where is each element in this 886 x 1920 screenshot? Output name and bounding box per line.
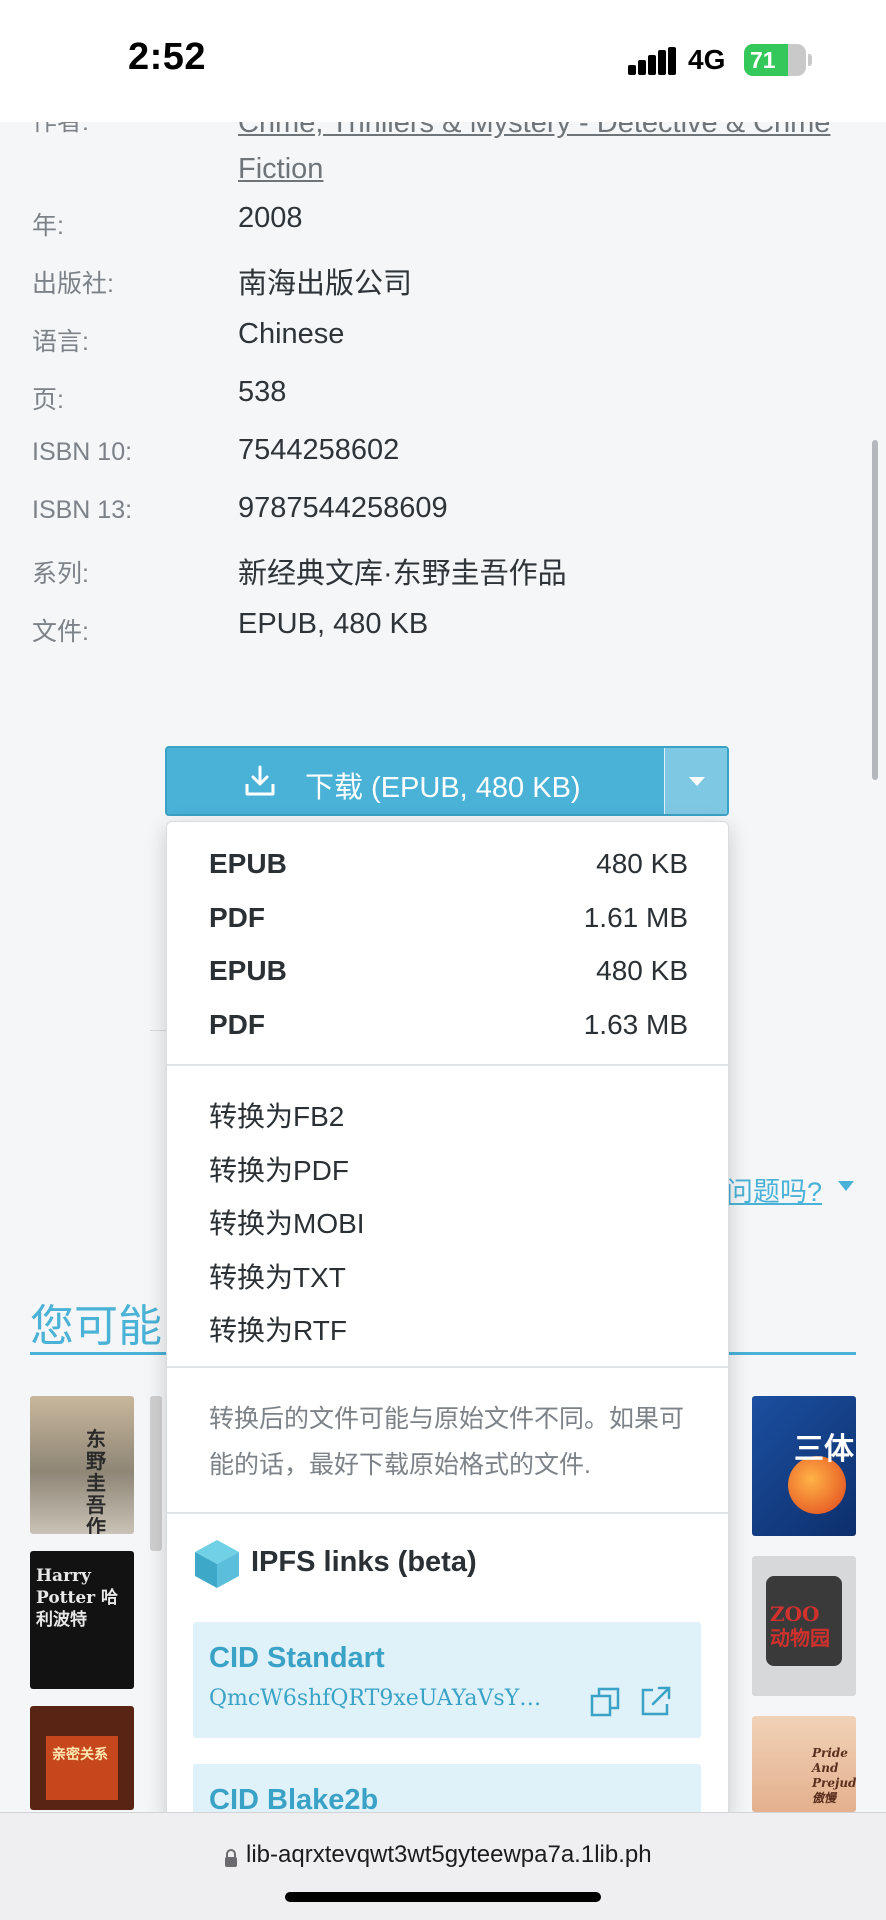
recommendations-title: 您可能 xyxy=(30,1302,162,1351)
book-cover[interactable]: Harry Potter 哈利波特 xyxy=(30,1551,134,1689)
download-label: 下载 (EPUB, 480 KB) xyxy=(305,772,581,804)
menu-divider xyxy=(167,1512,728,1514)
format-size: 480 KB xyxy=(596,955,688,986)
download-icon xyxy=(245,765,275,796)
detail-row-year: 年: 2008 xyxy=(0,198,886,244)
format-size: 480 KB xyxy=(596,848,688,879)
download-button[interactable]: 下载 (EPUB, 480 KB) xyxy=(167,748,664,814)
detail-label: 文件: xyxy=(32,618,89,646)
copy-icon[interactable] xyxy=(589,1686,621,1718)
book-cover[interactable]: 亲密关系 xyxy=(30,1706,134,1810)
convert-label: 转换为TXT xyxy=(209,1262,346,1293)
detail-value: 南海出版公司 xyxy=(238,268,413,300)
detail-value: 9787544258609 xyxy=(238,492,448,524)
detail-row-series: 系列: 新经典文库·东野圭吾作品 xyxy=(0,546,886,592)
detail-label: 语言: xyxy=(32,328,89,356)
book-cover-title: Harry Potter 哈利波特 xyxy=(36,1566,119,1630)
book-cover[interactable]: 三体 xyxy=(752,1396,856,1536)
chevron-down-icon xyxy=(689,777,705,786)
detail-row-isbn10: ISBN 10: 7544258602 xyxy=(0,430,886,476)
battery-percent: 71 xyxy=(750,47,776,73)
detail-value: EPUB, 480 KB xyxy=(238,608,429,640)
detail-value: 7544258602 xyxy=(238,434,400,466)
external-link-icon[interactable] xyxy=(639,1684,673,1718)
page-scrollbar[interactable] xyxy=(872,440,878,780)
book-cover-title: 三体 xyxy=(794,1432,854,1467)
battery-tip xyxy=(808,54,812,66)
book-cover[interactable]: 东野圭吾作品 xyxy=(30,1396,134,1534)
detail-row-file: 文件: EPUB, 480 KB xyxy=(0,604,886,650)
book-cover[interactable]: ZOO 动物园 xyxy=(752,1556,856,1696)
menu-divider xyxy=(167,1064,728,1066)
detail-label: ISBN 10: xyxy=(32,438,133,466)
convert-option-fb2[interactable]: 转换为FB2 xyxy=(167,1083,728,1135)
detail-label: ISBN 13: xyxy=(32,496,133,524)
detail-label: 年: xyxy=(32,212,64,240)
detail-value: Chinese xyxy=(238,318,345,350)
ipfs-title: IPFS links (beta) xyxy=(251,1546,477,1578)
book-cover[interactable]: Pride And Prejudice 傲慢 xyxy=(752,1716,856,1812)
convert-option-rtf[interactable]: 转换为RTF xyxy=(167,1297,728,1349)
format-name: EPUB xyxy=(209,955,287,986)
detail-label: 出版社: xyxy=(32,270,114,298)
detail-value: 2008 xyxy=(238,202,303,234)
cid-standard-card: CID Standart QmcW6shfQRT9xeUAYaVsYR… xyxy=(193,1622,701,1738)
problem-report-link[interactable]: 问题吗? xyxy=(726,1170,822,1209)
format-size: 1.61 MB xyxy=(583,902,688,933)
download-options-toggle[interactable] xyxy=(664,748,727,814)
book-cover-title: ZOO 动物园 xyxy=(770,1602,830,1650)
format-option-pdf[interactable]: PDF 1.63 MB xyxy=(167,997,728,1049)
convert-option-mobi[interactable]: 转换为MOBI xyxy=(167,1190,728,1242)
menu-divider xyxy=(167,1366,728,1368)
cid-hash[interactable]: QmcW6shfQRT9xeUAYaVsYR… xyxy=(209,1686,553,1711)
download-options-menu: EPUB 480 KB PDF 1.61 MB EPUB 480 KB PDF … xyxy=(166,821,729,1821)
detail-row-pages: 页: 538 xyxy=(0,372,886,418)
format-option-epub[interactable]: EPUB 480 KB xyxy=(167,943,728,995)
download-split-button: 下载 (EPUB, 480 KB) xyxy=(165,746,729,816)
convert-label: 转换为PDF xyxy=(209,1155,350,1186)
battery-icon: 71 xyxy=(744,44,806,76)
detail-row-isbn13: ISBN 13: 9787544258609 xyxy=(0,488,886,534)
detail-row-language: 语言: Chinese xyxy=(0,314,886,360)
chevron-down-icon[interactable] xyxy=(838,1181,854,1191)
conversion-note: 转换后的文件可能与原始文件不同。如果可能的话，最好下载原始格式的文件. xyxy=(209,1405,685,1479)
status-bar: 2:52 4G 71 xyxy=(0,0,886,122)
ipfs-cube-icon xyxy=(195,1540,239,1588)
detail-value: 538 xyxy=(238,376,287,408)
convert-label: 转换为RTF xyxy=(209,1315,347,1346)
format-option-epub[interactable]: EPUB 480 KB xyxy=(167,836,728,888)
format-option-pdf[interactable]: PDF 1.61 MB xyxy=(167,890,728,942)
book-cover-title: 东野圭吾作品 xyxy=(86,1427,106,1534)
status-time: 2:52 xyxy=(128,36,207,78)
convert-option-txt[interactable]: 转换为TXT xyxy=(167,1244,728,1296)
detail-value: 新经典文库·东野圭吾作品 xyxy=(238,558,567,590)
book-cover-title: 亲密关系 xyxy=(52,1747,108,1763)
browser-address-bar[interactable]: lib-aqrxtevqwt3wt5gyteewpa7a.1lib.ph xyxy=(0,1812,886,1920)
format-size: 1.63 MB xyxy=(583,1009,688,1040)
detail-label: 页: xyxy=(32,386,64,414)
format-name: PDF xyxy=(209,902,265,933)
ipfs-header: IPFS links (beta) xyxy=(193,1536,693,1592)
cellular-signal-icon xyxy=(628,47,676,75)
book-cover-edge xyxy=(150,1396,162,1551)
lock-icon xyxy=(225,1849,237,1867)
format-name: EPUB xyxy=(209,848,287,879)
convert-label: 转换为FB2 xyxy=(209,1101,345,1132)
convert-label: 转换为MOBI xyxy=(209,1208,365,1239)
cid-title: CID Standart xyxy=(209,1642,385,1674)
convert-option-pdf[interactable]: 转换为PDF xyxy=(167,1137,728,1189)
network-type: 4G xyxy=(688,44,726,75)
detail-label: 系列: xyxy=(32,560,89,588)
book-cover-title: Pride And Prejudice 傲慢 xyxy=(812,1746,856,1805)
url-text[interactable]: lib-aqrxtevqwt3wt5gyteewpa7a.1lib.ph xyxy=(246,1841,652,1869)
detail-row-publisher: 出版社: 南海出版公司 xyxy=(0,256,886,302)
home-indicator[interactable] xyxy=(285,1892,601,1902)
format-name: PDF xyxy=(209,1009,265,1040)
